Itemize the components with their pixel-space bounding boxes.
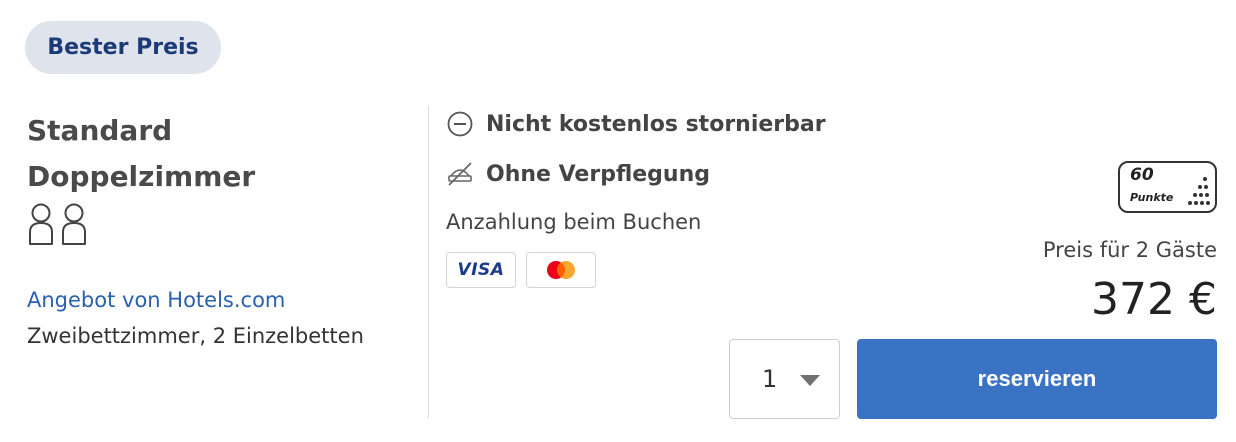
room-title: Standard Doppelzimmer <box>27 114 256 193</box>
loyalty-points-badge: 60 Punkte <box>1118 161 1217 213</box>
column-divider <box>428 106 429 418</box>
minus-circle-icon <box>446 110 474 138</box>
two-persons-icon <box>27 202 93 246</box>
price-label: Preis für 2 Gäste <box>1042 238 1217 262</box>
price-amount: 372 € <box>1091 274 1217 325</box>
meal-plan-label: Ohne Verpflegung <box>486 161 710 187</box>
reserve-button[interactable]: reservieren <box>857 339 1217 419</box>
cancellation-policy: Nicht kostenlos stornierbar <box>446 110 826 138</box>
cancellation-label: Nicht kostenlos stornierbar <box>486 111 826 137</box>
visa-icon: VISA <box>446 252 516 288</box>
visa-label: VISA <box>457 260 505 280</box>
no-meal-icon <box>446 160 474 188</box>
best-price-badge: Bester Preis <box>25 21 221 74</box>
deposit-text: Anzahlung beim Buchen <box>446 210 702 234</box>
chevron-down-icon <box>800 375 820 386</box>
points-dots-icon <box>1188 177 1210 205</box>
points-label: Punkte <box>1130 191 1174 204</box>
bed-info: Zweibettzimmer, 2 Einzelbetten <box>27 324 364 348</box>
points-value: 60 <box>1130 165 1154 185</box>
meal-plan: Ohne Verpflegung <box>446 160 710 188</box>
mastercard-icon <box>526 252 596 288</box>
provider-link[interactable]: Angebot von Hotels.com <box>27 288 285 312</box>
quantity-select[interactable]: 1 <box>729 339 840 419</box>
quantity-value: 1 <box>762 365 778 393</box>
